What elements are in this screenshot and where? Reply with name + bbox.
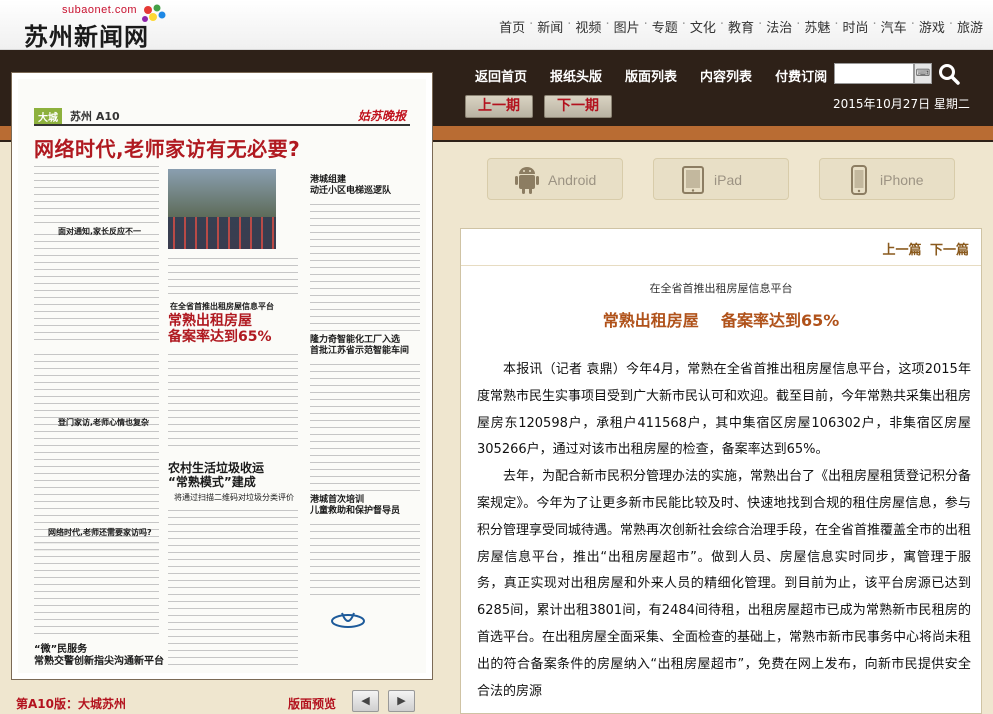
ipad-app-button[interactable]: iPad xyxy=(653,158,789,200)
android-app-button[interactable]: Android xyxy=(487,158,623,200)
android-label: Android xyxy=(548,172,597,188)
preview-section-tag: 大城 xyxy=(34,108,62,125)
nav-separator: · xyxy=(529,17,534,32)
preview-text-column xyxy=(168,507,298,667)
preview-side-head-2: 登门家访,老师心情也复杂 xyxy=(58,418,150,427)
nav-item-education[interactable]: 教育 xyxy=(728,17,754,36)
nav-separator: · xyxy=(681,17,686,32)
toolbar-frontpage-link[interactable]: 报纸头版 xyxy=(550,66,602,85)
article-headline: 常熟出租房屋 备案率达到65% xyxy=(602,311,840,330)
preview-text-column xyxy=(34,671,159,673)
preview-story-traffic[interactable]: “微”民服务 常熟交警创新指尖沟通新平台 xyxy=(34,644,164,668)
iphone-icon xyxy=(851,165,867,195)
nav-item-news[interactable]: 新闻 xyxy=(537,17,563,36)
nav-item-auto[interactable]: 汽车 xyxy=(881,17,907,36)
preview-text-column xyxy=(34,351,159,551)
nav-item-culture[interactable]: 文化 xyxy=(690,17,716,36)
page-preview[interactable]: 大城 苏州 A10 姑苏晚报 网络时代,老师家访有无必要? 面对通知,家长反应不… xyxy=(18,79,426,673)
next-page-button[interactable]: ▶ xyxy=(388,690,415,712)
article-divider xyxy=(461,265,981,266)
nav-item-pictures[interactable]: 图片 xyxy=(614,17,640,36)
main-nav: 首页 · 新闻 · 视频 · 图片 · 专题 · 文化 · 教育 · 法治 · 苏魅 · 时尚 · … xyxy=(499,17,983,36)
article-paragraph: 本报讯（记者 袁鼎）今年4月，常熟在全省首推出租房屋信息平台，这项2015年度常… xyxy=(477,362,972,458)
next-issue-button[interactable]: 下一期 xyxy=(544,95,612,118)
telecom-logo-icon xyxy=(331,612,365,628)
preview-kicker-rental: 在全省首推出租房屋信息平台 xyxy=(170,302,274,311)
preview-story-child-protection[interactable]: 港城首次培训 儿童救助和保护督导员 xyxy=(310,495,400,517)
iphone-app-button[interactable]: iPhone xyxy=(819,158,955,200)
issue-date: 2015年10月27日 星期二 xyxy=(833,97,970,111)
prev-issue-button[interactable]: 上一期 xyxy=(465,95,533,118)
preview-masthead: 姑苏晚报 xyxy=(357,109,406,123)
logo-domain: subaonet.com xyxy=(62,4,138,16)
nav-separator: · xyxy=(834,17,839,32)
preview-text-column xyxy=(168,255,298,297)
toolbar-page-list-link[interactable]: 版面列表 xyxy=(625,66,677,85)
nav-separator: · xyxy=(872,17,877,32)
prev-page-button[interactable]: ◀ xyxy=(352,690,379,712)
preview-story-factory[interactable]: 隆力奇智能化工厂入选 首批江苏省示范智能车间 xyxy=(310,335,409,357)
preview-section-page: 苏州 A10 xyxy=(70,110,120,123)
site-logo[interactable]: subaonet.com 苏州新闻网 xyxy=(22,4,182,51)
site-header: subaonet.com 苏州新闻网 首页 · 新闻 · 视频 · 图片 · 专题 · 文… xyxy=(0,0,993,51)
android-icon xyxy=(515,167,539,194)
nav-item-home[interactable]: 首页 xyxy=(499,17,525,36)
prev-article-link[interactable]: 上一篇 xyxy=(882,243,921,258)
preview-side-head-3: 网络时代,老师还需要家访吗? xyxy=(48,528,152,537)
preview-deck-garbage: 将通过扫描二维码对垃圾分类评价 xyxy=(174,493,294,502)
toolbar-home-link[interactable]: 返回首页 xyxy=(475,66,527,85)
toolbar-subscribe-link[interactable]: 付费订阅 xyxy=(775,66,827,85)
nav-separator: · xyxy=(758,17,763,32)
article-nav: 上一篇 下一篇 xyxy=(878,239,969,258)
keyboard-icon[interactable]: ⌨ xyxy=(914,63,932,84)
article-paragraph: 去年，为配合新市民积分管理办法的实施，常熟出台了《出租房屋租赁登记积分备案规定》… xyxy=(477,469,972,699)
ipad-label: iPad xyxy=(714,172,743,188)
preview-text-column xyxy=(168,351,298,451)
preview-text-column xyxy=(310,201,420,331)
nav-separator: · xyxy=(948,17,953,32)
nav-item-travel[interactable]: 旅游 xyxy=(957,17,983,36)
article-kicker: 在全省首推出租房屋信息平台 xyxy=(649,282,793,295)
preview-headline[interactable]: 网络时代,老师家访有无必要? xyxy=(34,133,300,162)
article-panel: 上一篇 下一篇 在全省首推出租房屋信息平台 常熟出租房屋 备案率达到65% 本报… xyxy=(460,228,982,714)
page-preview-label: 版面预览 xyxy=(288,697,337,711)
nav-separator: · xyxy=(643,17,648,32)
nav-item-sumei[interactable]: 苏魅 xyxy=(804,17,830,36)
logo-dots-icon xyxy=(142,4,166,22)
nav-item-video[interactable]: 视频 xyxy=(575,17,601,36)
preview-side-head-1: 面对通知,家长反应不一 xyxy=(58,227,142,236)
epaper-toolbar: 返回首页 报纸头版 版面列表 内容列表 付费订阅 xyxy=(475,66,850,85)
preview-text-column xyxy=(34,231,159,341)
preview-lead-text xyxy=(34,163,159,223)
nav-item-games[interactable]: 游戏 xyxy=(919,17,945,36)
nav-separator: · xyxy=(567,17,572,32)
page-preview-frame[interactable]: 大城 苏州 A10 姑苏晚报 网络时代,老师家访有无必要? 面对通知,家长反应不… xyxy=(11,72,433,680)
nav-item-law[interactable]: 法治 xyxy=(766,17,792,36)
search-input[interactable] xyxy=(834,63,914,84)
preview-story-garbage[interactable]: 农村生活垃圾收运 “常熟模式”建成 xyxy=(168,461,264,489)
preview-story-elevator[interactable]: 港城组建 动迁小区电梯巡逻队 xyxy=(310,175,391,197)
nav-item-topics[interactable]: 专题 xyxy=(652,17,678,36)
nav-item-fashion[interactable]: 时尚 xyxy=(843,17,869,36)
preview-top-rule xyxy=(34,124,410,126)
preview-ad-logo xyxy=(318,609,378,649)
preview-text-column xyxy=(310,361,420,491)
toolbar-content-list-link[interactable]: 内容列表 xyxy=(700,66,752,85)
preview-story-rental[interactable]: 常熟出租房屋 备案率达到65% xyxy=(168,313,272,345)
nav-separator: · xyxy=(796,17,801,32)
ipad-icon xyxy=(682,166,704,194)
search-icon[interactable] xyxy=(937,62,961,86)
nav-separator: · xyxy=(605,17,610,32)
article-body: 本报讯（记者 袁鼎）今年4月，常熟在全省首推出租房屋信息平台，这项2015年度常… xyxy=(477,357,971,705)
preview-text-column xyxy=(34,539,159,639)
nav-separator: · xyxy=(910,17,915,32)
nav-separator: · xyxy=(719,17,725,32)
iphone-label: iPhone xyxy=(880,172,924,188)
current-page-label: 第A10版：大城苏州 xyxy=(16,697,126,711)
preview-photo xyxy=(168,169,276,249)
logo-name: 苏州新闻网 xyxy=(24,23,149,51)
preview-text-column xyxy=(310,521,420,601)
next-article-link[interactable]: 下一篇 xyxy=(930,243,969,258)
